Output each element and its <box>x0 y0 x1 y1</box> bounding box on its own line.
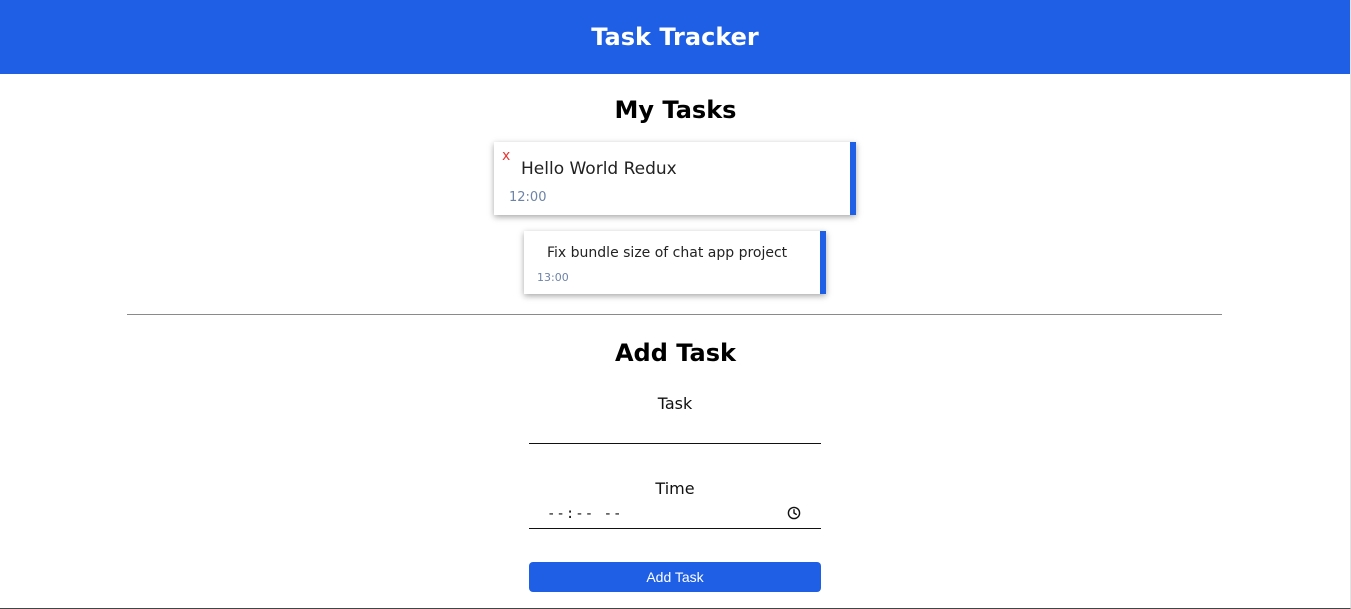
task-text: Fix bundle size of chat app project <box>547 245 788 261</box>
add-task-heading: Add Task <box>614 339 736 367</box>
task-field-label: Task <box>657 394 693 413</box>
app-title: Task Tracker <box>591 23 759 51</box>
delete-task-button[interactable]: x <box>502 149 510 163</box>
time-field-label: Time <box>655 479 695 498</box>
task-input[interactable] <box>529 420 821 444</box>
task-text: Hello World Redux <box>521 159 677 179</box>
clock-icon[interactable] <box>787 506 801 520</box>
task-tracker-page: Task Tracker My Tasks x Hello World Redu… <box>0 0 1351 609</box>
task-time: 13:00 <box>537 271 569 284</box>
task-card[interactable]: Fix bundle size of chat app project 13:0… <box>524 231 826 294</box>
task-time: 12:00 <box>509 190 547 205</box>
app-header: Task Tracker <box>0 0 1350 74</box>
section-divider <box>127 314 1222 315</box>
task-card[interactable]: x Hello World Redux 12:00 <box>494 142 856 215</box>
time-placeholder: --:-- -- <box>547 506 623 522</box>
my-tasks-heading: My Tasks <box>614 96 737 124</box>
add-task-button[interactable]: Add Task <box>529 562 821 592</box>
time-input[interactable]: --:-- -- <box>529 504 821 529</box>
